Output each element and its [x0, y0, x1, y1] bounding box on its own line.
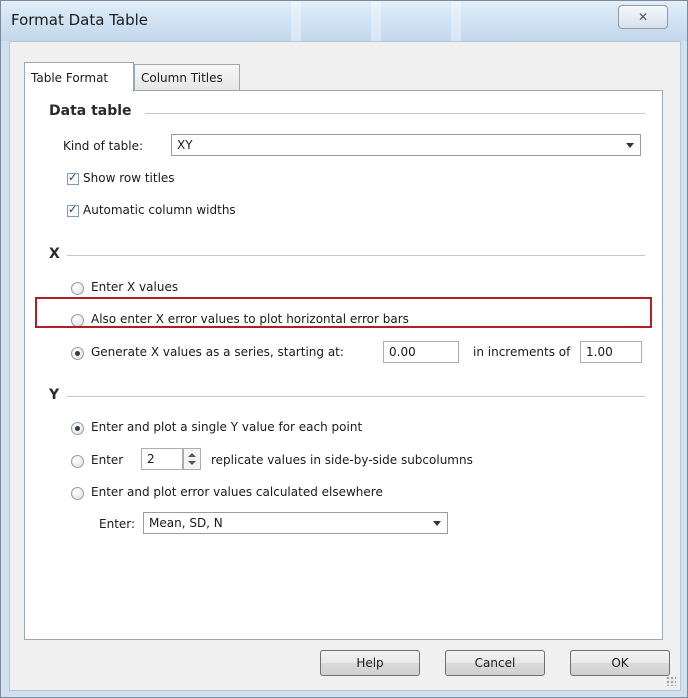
replicate-count-spinner[interactable]: [183, 448, 201, 470]
generate-x-series-label: Generate X values as a series, starting …: [91, 345, 344, 359]
section-divider: [67, 255, 645, 256]
automatic-column-widths-label: Automatic column widths: [83, 203, 236, 217]
tab-column-titles-label: Column Titles: [141, 71, 223, 85]
section-divider: [67, 396, 645, 397]
error-values-label: Enter and plot error values calculated e…: [91, 485, 383, 499]
ok-button[interactable]: OK: [570, 650, 670, 676]
replicate-values-radio[interactable]: [71, 455, 84, 468]
spinner-up-icon: [188, 453, 196, 457]
enter-format-label: Enter:: [99, 517, 136, 531]
highlight-annotation: [35, 297, 652, 328]
kind-of-table-label: Kind of table:: [63, 139, 144, 153]
dialog-body: Table Format Column Titles Data table Ki…: [9, 41, 681, 691]
replicate-count-value: 2: [147, 452, 155, 466]
section-divider: [145, 113, 645, 114]
close-icon: ✕: [637, 10, 649, 24]
spinner-down-icon: [188, 461, 196, 465]
table-format-panel: Data table Kind of table: XY Show row ti…: [24, 90, 663, 640]
resize-grip[interactable]: [666, 676, 676, 686]
show-row-titles-label: Show row titles: [83, 171, 175, 185]
enter-x-values-label: Enter X values: [91, 280, 179, 294]
data-table-heading: Data table: [49, 103, 132, 119]
x-increment-value: 1.00: [586, 345, 613, 359]
replicate-values-label: replicate values in side-by-side subcolu…: [211, 453, 473, 467]
x-start-value: 0.00: [389, 345, 416, 359]
error-values-radio[interactable]: [71, 487, 84, 500]
title-bar-decoration: [221, 1, 521, 41]
tab-table-format-label: Table Format: [31, 71, 109, 85]
kind-of-table-value: XY: [177, 138, 193, 152]
increment-label: in increments of: [473, 345, 571, 359]
generate-x-series-radio[interactable]: [71, 347, 84, 360]
format-data-table-dialog: Format Data Table ✕ Table Format Column …: [0, 0, 688, 698]
title-bar: Format Data Table ✕: [1, 1, 687, 41]
enter-format-select[interactable]: Mean, SD, N: [143, 512, 448, 534]
x-section-heading: X: [49, 246, 60, 262]
chevron-down-icon: [626, 143, 634, 148]
x-increment-input[interactable]: 1.00: [580, 341, 642, 363]
replicate-count-input[interactable]: 2: [141, 448, 183, 470]
tab-column-titles[interactable]: Column Titles: [134, 64, 240, 90]
enter-x-values-radio[interactable]: [71, 282, 84, 295]
show-row-titles-checkbox[interactable]: [67, 171, 79, 185]
single-y-value-radio[interactable]: [71, 422, 84, 435]
single-y-value-label: Enter and plot a single Y value for each…: [91, 420, 363, 434]
tab-table-format[interactable]: Table Format: [24, 62, 134, 92]
replicate-enter-label: Enter: [91, 453, 124, 467]
help-button[interactable]: Help: [320, 650, 420, 676]
automatic-column-widths-checkbox[interactable]: [67, 203, 79, 217]
enter-format-value: Mean, SD, N: [149, 516, 223, 530]
cancel-button[interactable]: Cancel: [445, 650, 545, 676]
close-button[interactable]: ✕: [618, 5, 668, 29]
y-section-heading: Y: [49, 387, 60, 403]
dialog-title: Format Data Table: [11, 11, 148, 29]
chevron-down-icon: [433, 521, 441, 526]
kind-of-table-select[interactable]: XY: [171, 134, 641, 156]
x-start-value-input[interactable]: 0.00: [383, 341, 459, 363]
